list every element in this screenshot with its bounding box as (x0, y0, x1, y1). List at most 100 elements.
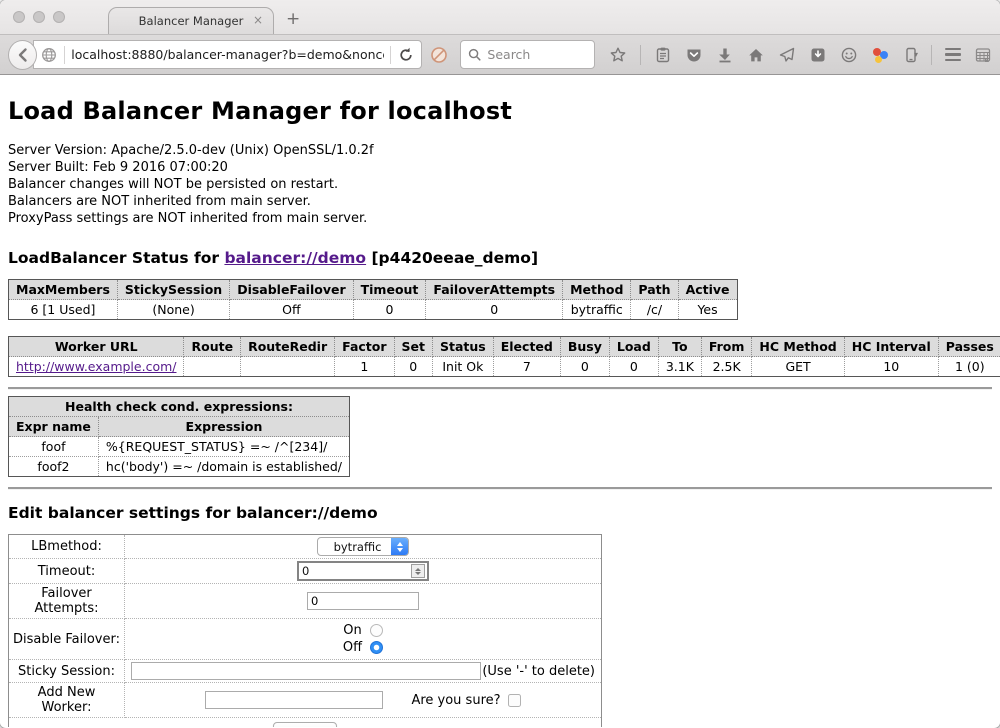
search-icon (468, 48, 481, 61)
send-plane-icon[interactable] (778, 46, 796, 64)
col-to: To (658, 337, 701, 357)
table-header-row: Worker URL Route RouteRedir Factor Set S… (9, 337, 1000, 357)
table-row: foof %{REQUEST_STATUS} =~ /^[234]/ (9, 437, 350, 457)
loadbalancer-status-heading: LoadBalancer Status for balancer://demo … (8, 249, 992, 267)
table-row: foof2 hc('body') =~ /domain is establish… (9, 457, 350, 477)
device-button[interactable]: ▾ (902, 46, 918, 64)
cell-from: 2.5K (701, 357, 752, 377)
col-worker-url: Worker URL (9, 337, 184, 357)
col-active: Active (678, 280, 737, 300)
url-bar[interactable]: localhost:8880/balancer-manager?b=demo&n… (33, 40, 422, 69)
cell-load: 0 (609, 357, 658, 377)
cell-failoverattempts: 0 (426, 300, 563, 320)
edit-balancer-heading: Edit balancer settings for balancer://de… (8, 504, 992, 522)
sticky-session-input[interactable] (131, 662, 481, 680)
back-arrow-icon (14, 46, 32, 64)
url-text[interactable]: localhost:8880/balancer-manager?b=demo&n… (71, 47, 384, 62)
form-row-disable-failover: Disable Failover: On Off (9, 619, 602, 660)
timeout-input[interactable]: 0 (297, 561, 429, 581)
sticky-session-label: Sticky Session: (9, 660, 125, 683)
failover-attempts-label: Failover Attempts: (9, 584, 125, 619)
content-blocked-icon[interactable] (430, 46, 448, 64)
disable-failover-on-radio[interactable] (370, 624, 383, 637)
cell-expression: %{REQUEST_STATUS} =~ /^[234]/ (98, 437, 349, 457)
extension-dots-icon[interactable] (871, 46, 889, 64)
new-tab-button[interactable]: + (286, 9, 300, 29)
cell-timeout: 0 (353, 300, 426, 320)
urlbar-separator (390, 46, 391, 64)
failover-attempts-input[interactable] (307, 592, 419, 610)
col-hc-method: HC Method (752, 337, 844, 357)
col-timeout: Timeout (353, 280, 426, 300)
navigation-toolbar: localhost:8880/balancer-manager?b=demo&n… (0, 34, 1000, 75)
cell-active: Yes (678, 300, 737, 320)
col-busy: Busy (560, 337, 609, 357)
close-window-button[interactable] (13, 11, 25, 23)
balancer-status-table: MaxMembers StickySession DisableFailover… (8, 279, 738, 320)
worker-row: http://www.example.com/ 1 0 Init Ok 7 0 … (9, 357, 1000, 377)
zoom-window-button[interactable] (53, 11, 65, 23)
cell-method: bytraffic (563, 300, 631, 320)
form-row-failover-attempts: Failover Attempts: (9, 584, 602, 619)
cell-factor: 1 (335, 357, 394, 377)
col-routeredir: RouteRedir (241, 337, 335, 357)
cell-status: Init Ok (433, 357, 494, 377)
col-method: Method (563, 280, 631, 300)
add-worker-input[interactable] (205, 691, 383, 709)
lbmethod-label: LBmethod: (9, 535, 125, 559)
bookmark-star-icon[interactable] (609, 46, 627, 64)
pocket-icon[interactable] (685, 46, 703, 64)
cell-expression: hc('body') =~ /domain is established/ (98, 457, 349, 477)
col-hc-interval: HC Interval (844, 337, 938, 357)
tiles-icon[interactable] (974, 46, 992, 64)
form-row-lbmethod: LBmethod: bytraffic (9, 535, 602, 559)
menu-icon[interactable] (945, 48, 961, 62)
tab-balancer-manager[interactable]: Balancer Manager × (108, 7, 274, 34)
search-bar[interactable]: Search (460, 40, 595, 69)
number-spinner-icon[interactable] (411, 564, 425, 578)
download-icon[interactable] (716, 46, 734, 64)
back-button[interactable] (8, 40, 37, 70)
minimize-window-button[interactable] (33, 11, 45, 23)
lbmethod-selected-value: bytraffic (318, 538, 392, 555)
home-icon[interactable] (747, 46, 765, 64)
add-worker-label: Add New Worker: (9, 683, 125, 718)
table-row: 6 [1 Used] (None) Off 0 0 bytraffic /c/ … (9, 300, 738, 320)
smiley-chat-icon[interactable] (840, 46, 858, 64)
sticky-session-hint: (Use '-' to delete) (482, 664, 595, 679)
cell-route (184, 357, 241, 377)
worker-url-link[interactable]: http://www.example.com/ (16, 359, 176, 374)
table-header-row: MaxMembers StickySession DisableFailover… (9, 280, 738, 300)
chevron-down-icon: ▾ (914, 50, 918, 59)
form-row-timeout: Timeout: 0 (9, 559, 602, 584)
cell-hc-method: GET (752, 357, 844, 377)
health-check-table: Health check cond. expressions: Expr nam… (8, 396, 350, 477)
cell-busy: 0 (560, 357, 609, 377)
disable-failover-off-radio[interactable] (370, 641, 383, 654)
divider (8, 487, 992, 490)
col-expression: Expression (98, 417, 349, 437)
are-you-sure-checkbox[interactable] (508, 694, 521, 707)
balancer-demo-link[interactable]: balancer://demo (224, 249, 366, 267)
lbmethod-select[interactable]: bytraffic (317, 537, 410, 556)
reload-icon[interactable] (397, 46, 415, 64)
globe-icon (40, 46, 58, 64)
notice-line: Balancers are NOT inherited from main se… (8, 193, 992, 210)
cell-elected: 7 (493, 357, 560, 377)
col-path: Path (631, 280, 678, 300)
cell-to: 3.1K (658, 357, 701, 377)
col-elected: Elected (493, 337, 560, 357)
are-you-sure-label: Are you sure? (411, 693, 500, 708)
table-title-row: Health check cond. expressions: (9, 397, 350, 417)
col-failoverattempts: FailoverAttempts (426, 280, 563, 300)
status-heading-suffix: [p4420eeae_demo] (366, 249, 538, 267)
timeout-value: 0 (299, 564, 411, 578)
col-set: Set (394, 337, 432, 357)
tab-close-icon[interactable]: × (253, 13, 263, 27)
col-passes: Passes (938, 337, 1000, 357)
cell-hc-interval: 10 (844, 357, 938, 377)
clipboard-icon[interactable] (654, 46, 672, 64)
save-square-icon[interactable] (809, 46, 827, 64)
submit-button[interactable]: Submit (273, 722, 338, 727)
col-from: From (701, 337, 752, 357)
